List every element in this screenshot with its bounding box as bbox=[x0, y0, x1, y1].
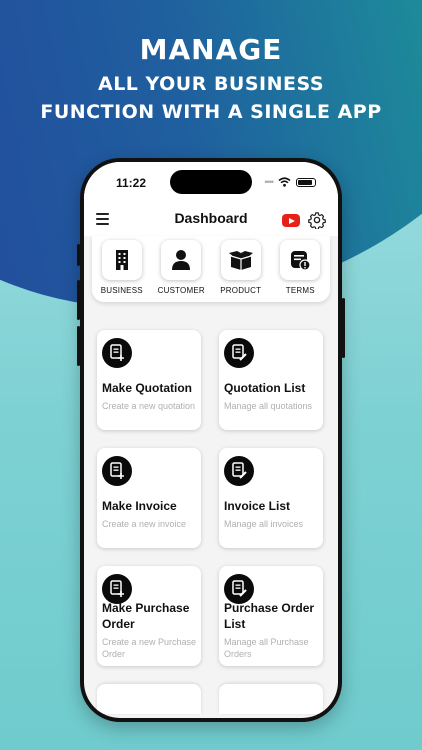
phone-screen: 11:22 •••• Dashboard BUSINESS CUSTOMER P… bbox=[84, 162, 338, 718]
quick-action-box bbox=[101, 240, 142, 280]
card-subtitle: Create a new quotation bbox=[102, 401, 196, 411]
quick-action-label: PRODUCT bbox=[220, 286, 262, 295]
battery-icon bbox=[296, 177, 316, 187]
headline-line-1: MANAGE bbox=[139, 33, 283, 66]
wifi-icon bbox=[278, 177, 291, 187]
card-subtitle: Manage all Purchase Orders bbox=[224, 637, 309, 659]
quick-action-terms[interactable]: TERMS bbox=[272, 240, 328, 302]
phone-button-silent bbox=[77, 244, 80, 266]
status-bar: 11:22 •••• bbox=[84, 162, 338, 202]
doc-add-icon bbox=[102, 456, 132, 486]
card-subtitle: Create a new Purchase Order bbox=[102, 637, 197, 659]
card-title: Make Purchase Order bbox=[102, 601, 190, 631]
card-make-quotation[interactable]: Make Quotation Create a new quotation bbox=[97, 330, 201, 430]
quick-action-business[interactable]: BUSINESS bbox=[94, 240, 150, 302]
status-icons: •••• bbox=[264, 177, 316, 187]
headline-line-2: ALL YOUR BUSINESS bbox=[98, 73, 324, 95]
doc-add-icon bbox=[102, 338, 132, 368]
terms-icon bbox=[291, 251, 311, 271]
card-make-invoice[interactable]: Make Invoice Create a new invoice bbox=[97, 448, 201, 548]
signal-icon: •••• bbox=[264, 177, 274, 187]
quick-action-box bbox=[280, 240, 321, 280]
quick-action-label: CUSTOMER bbox=[157, 286, 205, 295]
building-icon bbox=[115, 250, 128, 270]
card-purchase-order-list[interactable]: Purchase Order List Manage all Purchase … bbox=[219, 566, 323, 666]
card-partial[interactable] bbox=[97, 684, 201, 714]
youtube-icon[interactable] bbox=[282, 214, 300, 227]
dynamic-island bbox=[170, 170, 252, 194]
box-icon bbox=[228, 251, 253, 270]
card-title: Make Quotation bbox=[102, 381, 193, 395]
quick-action-label: BUSINESS bbox=[100, 286, 143, 295]
headline-line-3: FUNCTION WITH A SINGLE APP bbox=[40, 101, 382, 123]
quick-action-box bbox=[220, 240, 261, 280]
quick-action-box bbox=[161, 240, 202, 280]
card-title: Invoice List bbox=[224, 499, 291, 513]
card-invoice-list[interactable]: Invoice List Manage all invoices bbox=[219, 448, 323, 548]
status-time: 11:22 bbox=[116, 176, 147, 190]
card-subtitle: Create a new invoice bbox=[102, 519, 187, 529]
phone-button-volume-down bbox=[77, 326, 80, 366]
doc-edit-icon bbox=[224, 456, 254, 486]
headline: MANAGE ALL YOUR BUSINESS FUNCTION WITH A… bbox=[0, 30, 422, 126]
card-title: Make Invoice bbox=[102, 499, 177, 513]
quick-action-product[interactable]: PRODUCT bbox=[213, 240, 269, 302]
card-title: Purchase Order List bbox=[224, 601, 315, 631]
phone-frame: 11:22 •••• Dashboard BUSINESS CUSTOMER P… bbox=[77, 158, 345, 722]
card-subtitle: Manage all invoices bbox=[224, 519, 304, 529]
phone-button-power bbox=[342, 298, 345, 358]
card-subtitle: Manage all quotations bbox=[224, 401, 313, 411]
phone-button-volume-up bbox=[77, 280, 80, 320]
person-icon bbox=[172, 250, 191, 270]
card-title: Quotation List bbox=[224, 381, 306, 395]
card-partial[interactable] bbox=[219, 684, 323, 714]
doc-edit-icon bbox=[224, 338, 254, 368]
quick-action-customer[interactable]: CUSTOMER bbox=[153, 240, 209, 302]
card-make-purchase-order[interactable]: Make Purchase Order Create a new Purchas… bbox=[97, 566, 201, 666]
app-bar: Dashboard bbox=[84, 202, 338, 236]
card-quotation-list[interactable]: Quotation List Manage all quotations bbox=[219, 330, 323, 430]
next-cards-peek bbox=[97, 684, 325, 714]
gear-icon[interactable] bbox=[308, 211, 326, 229]
dashboard-cards: Make Quotation Create a new quotation Qu… bbox=[97, 330, 325, 666]
quick-actions-bar: BUSINESS CUSTOMER PRODUCT TERMS bbox=[92, 236, 330, 302]
quick-action-label: TERMS bbox=[285, 286, 315, 295]
